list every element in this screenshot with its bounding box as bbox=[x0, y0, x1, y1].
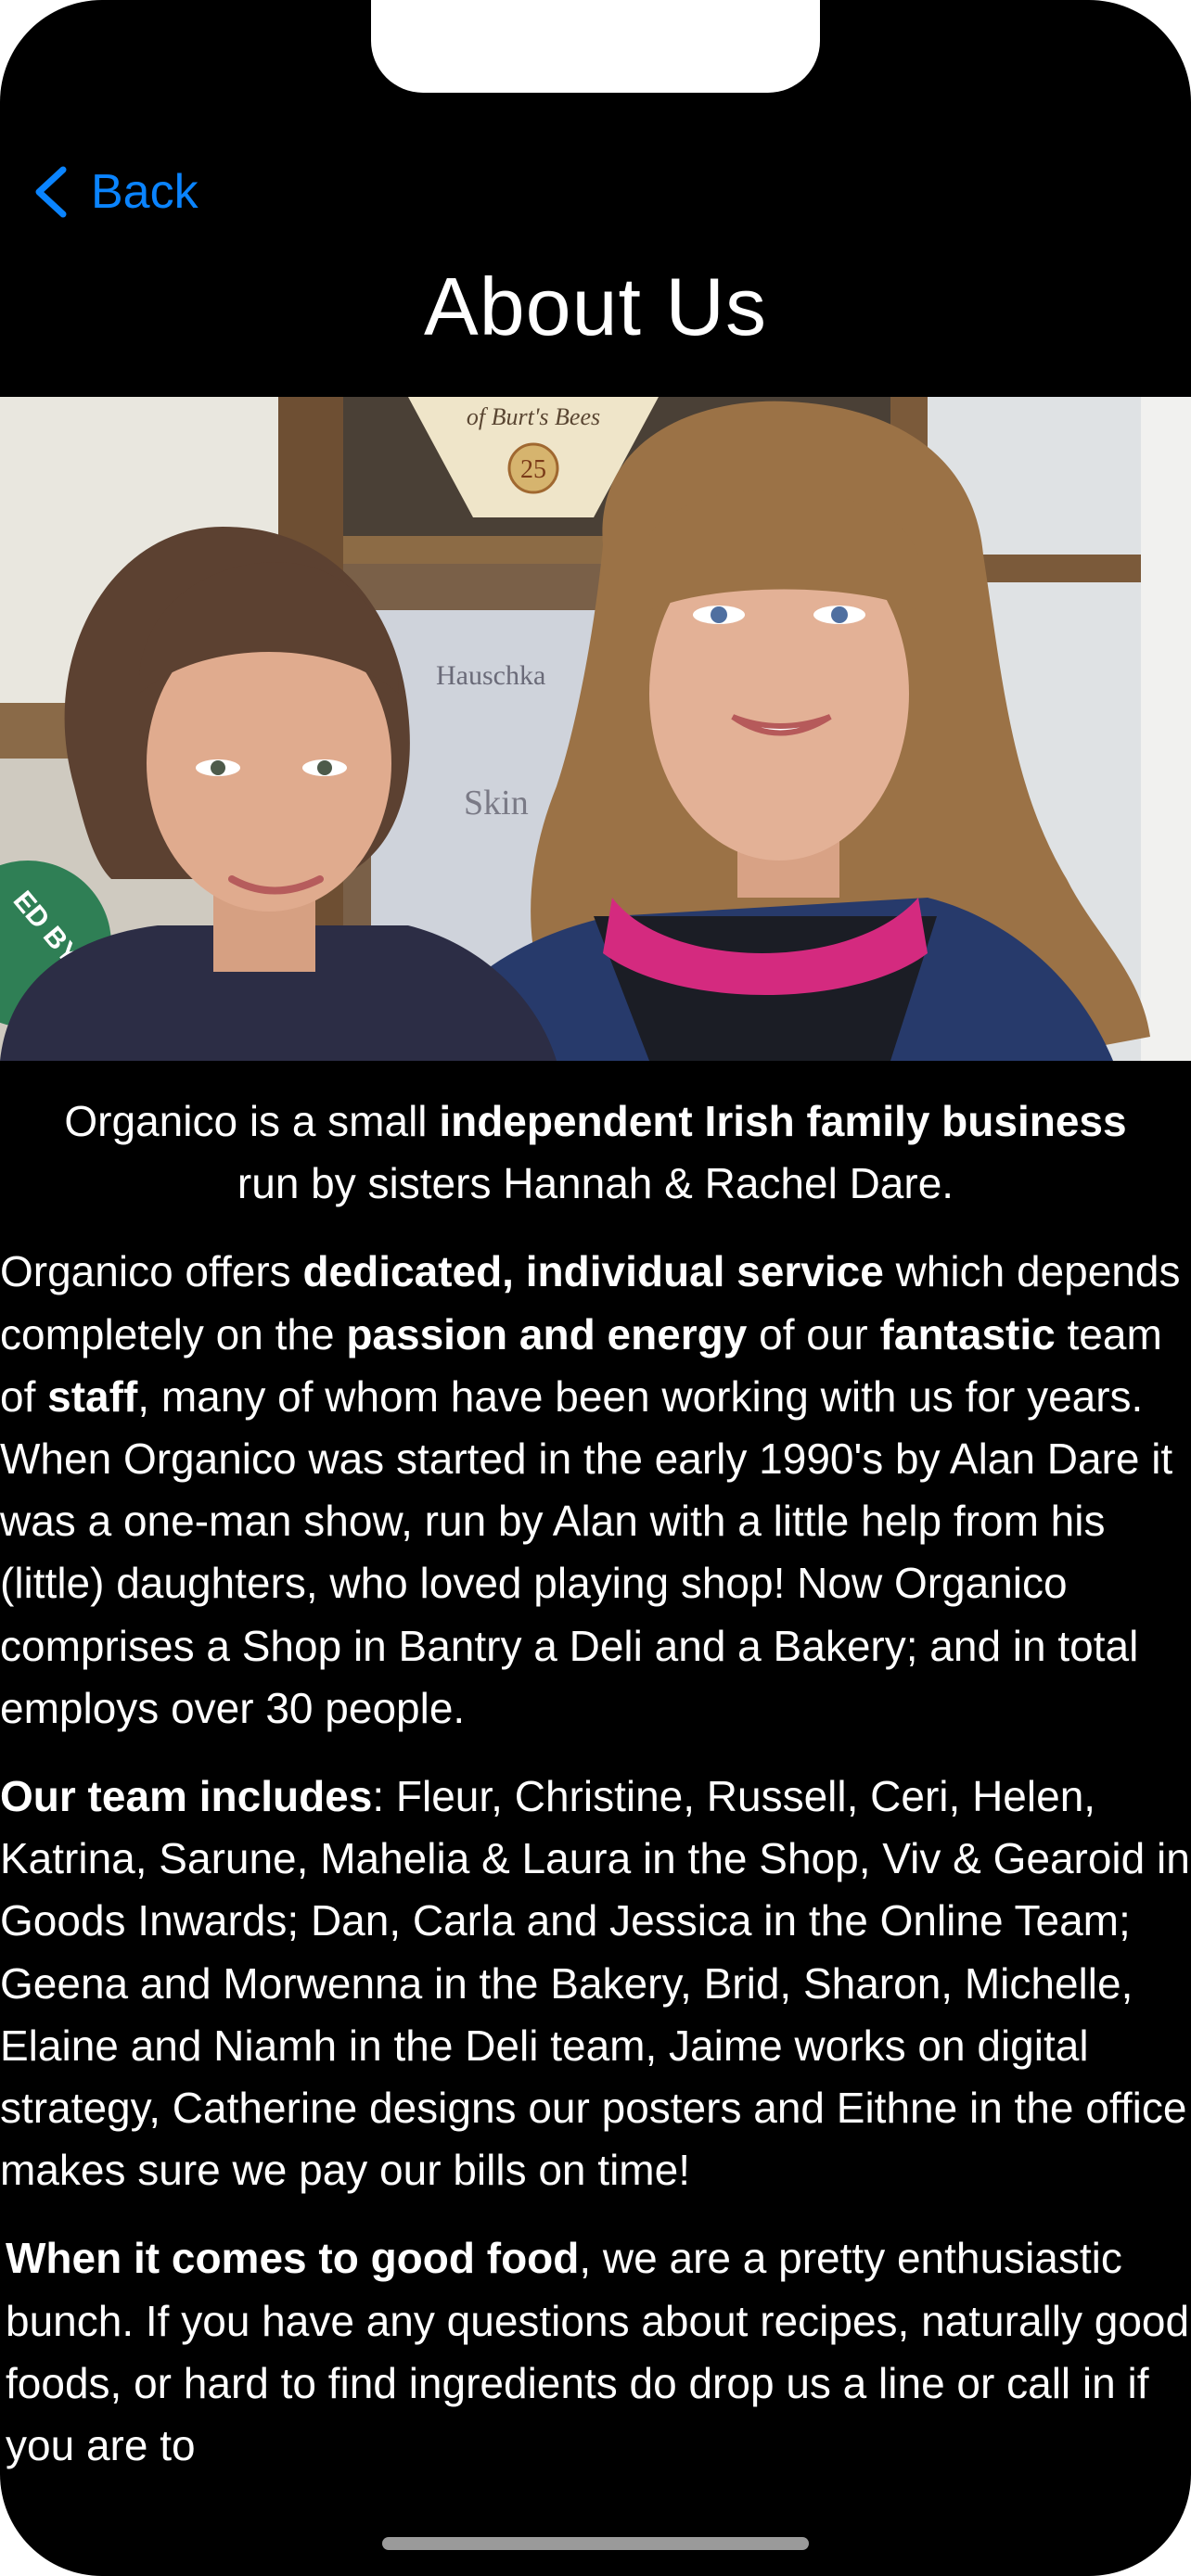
team-paragraph: Our team includes: Fleur, Christine, Rus… bbox=[0, 1772, 1190, 2195]
screen: Back About Us of Burt's Bees 25 Hauschka… bbox=[0, 0, 1191, 2576]
badge-text: 25 bbox=[520, 455, 546, 484]
device-notch bbox=[371, 0, 820, 93]
back-label: Back bbox=[91, 165, 198, 219]
good-food-paragraph: When it comes to good food, we are a pre… bbox=[6, 2234, 1190, 2470]
poster-sub: Skin bbox=[464, 784, 529, 823]
about-content: Organico is a small independent Irish fa… bbox=[0, 1085, 1191, 2576]
page-title: About Us bbox=[424, 261, 767, 352]
chevron-left-icon bbox=[35, 166, 67, 218]
sign-text: of Burt's Bees bbox=[467, 403, 600, 430]
back-button[interactable]: Back bbox=[32, 159, 198, 224]
intro-text: Organico is a small independent Irish fa… bbox=[64, 1097, 1127, 1208]
poster-text: Hauschka bbox=[436, 660, 545, 691]
sisters-photo: of Burt's Bees 25 Hauschka Skin ED BY bbox=[0, 397, 1191, 1061]
service-paragraph: Organico offers dedicated, individual se… bbox=[0, 1247, 1181, 1732]
home-indicator[interactable] bbox=[382, 2537, 809, 2550]
